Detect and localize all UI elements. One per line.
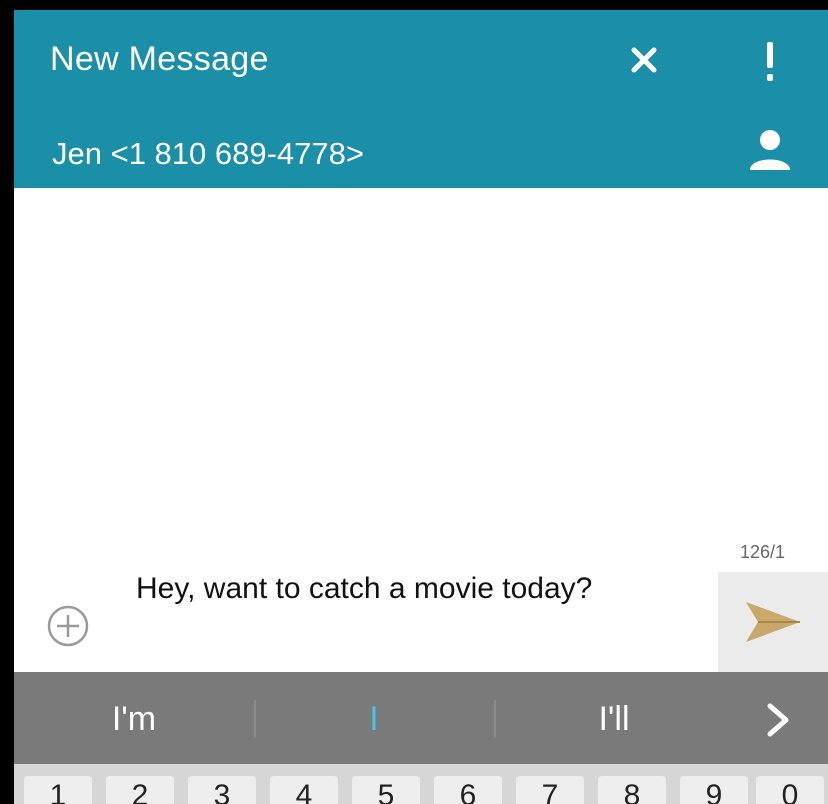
key-5[interactable]: 5 (352, 776, 420, 804)
suggestion-i[interactable]: I (314, 700, 434, 739)
add-circle-icon (47, 605, 89, 647)
page-title: New Message (50, 40, 269, 78)
expand-suggestions-button[interactable] (758, 698, 798, 742)
phone-screen: New Message Jen <1 810 689-4778> 126/1 H… (14, 10, 828, 804)
number-key-row: 1 2 3 4 5 6 7 8 9 0 (14, 764, 828, 804)
suggestion-ill[interactable]: I'll (554, 700, 674, 739)
character-counter: 126/1 (740, 542, 786, 562)
key-1[interactable]: 1 (24, 776, 92, 804)
key-8[interactable]: 8 (598, 776, 666, 804)
key-7[interactable]: 7 (516, 776, 584, 804)
key-4[interactable]: 4 (270, 776, 338, 804)
recipient-field[interactable]: Jen <1 810 689-4778> (52, 136, 364, 172)
key-6[interactable]: 6 (434, 776, 502, 804)
suggestion-im[interactable]: I'm (74, 700, 194, 739)
key-2[interactable]: 2 (106, 776, 174, 804)
key-3[interactable]: 3 (188, 776, 256, 804)
app-bar: New Message Jen <1 810 689-4778> (14, 10, 828, 188)
key-0[interactable]: 0 (756, 776, 824, 804)
key-9[interactable]: 9 (680, 776, 748, 804)
chevron-right-icon (767, 703, 789, 737)
close-icon (631, 47, 657, 73)
add-contact-button[interactable] (740, 120, 800, 180)
message-thread-area (14, 188, 828, 548)
attach-button[interactable] (44, 602, 92, 650)
suggestion-divider (494, 700, 496, 738)
more-options-button[interactable] (750, 36, 790, 88)
close-button[interactable] (620, 36, 668, 84)
send-icon (746, 602, 800, 642)
message-input[interactable]: Hey, want to catch a movie today? (136, 570, 696, 608)
more-vert-icon (767, 42, 773, 81)
send-button[interactable] (718, 572, 828, 672)
person-icon (750, 130, 790, 170)
compose-bar: Hey, want to catch a movie today? (14, 566, 828, 672)
suggestion-divider (254, 700, 256, 738)
keyboard-suggestion-bar: I'm I I'll (14, 672, 828, 764)
